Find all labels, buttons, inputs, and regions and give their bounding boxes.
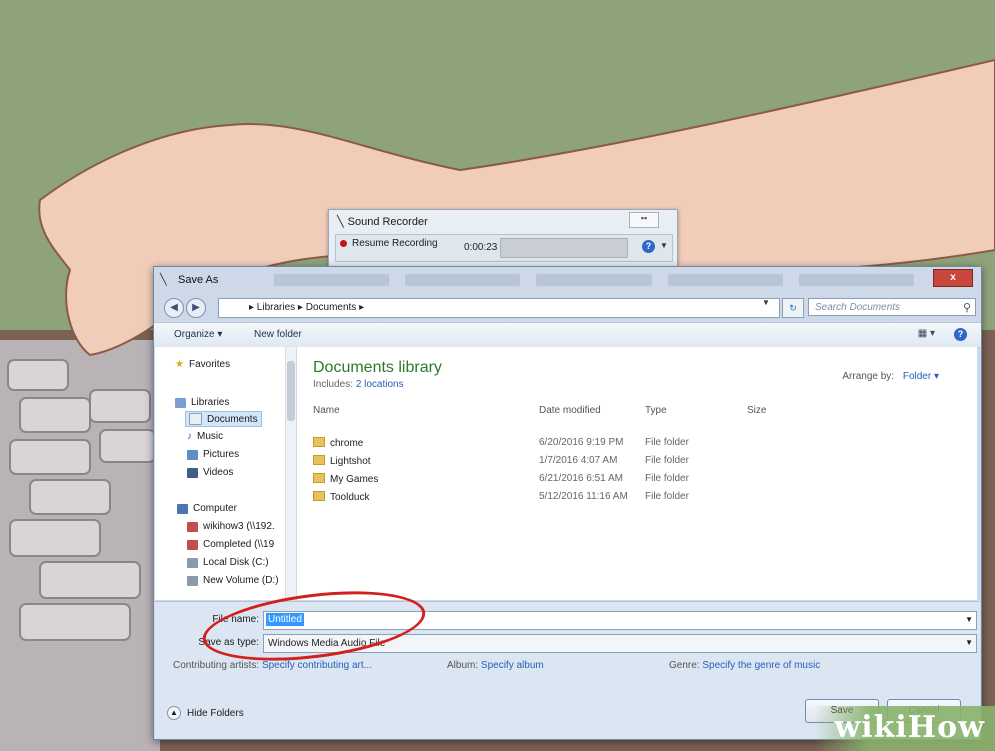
search-input[interactable]: Search Documents ⚲ bbox=[808, 298, 976, 316]
sidebar-item-local-disk[interactable]: Local Disk (C:) bbox=[187, 557, 269, 568]
sidebar-item-drive-wikihow3[interactable]: wikihow3 (\\192. bbox=[187, 521, 275, 532]
contributing-artists: Contributing artists: Specify contributi… bbox=[173, 660, 372, 671]
pictures-icon bbox=[187, 449, 198, 460]
forward-icon[interactable]: ▶ bbox=[186, 298, 206, 318]
folder-icon bbox=[313, 473, 325, 483]
file-row[interactable]: Lightshot 1/7/2016 4:07 AM File folder bbox=[313, 453, 953, 469]
recorder-title: ╲ Sound Recorder bbox=[337, 215, 428, 229]
music-icon: ♪ bbox=[187, 431, 192, 442]
scrollbar-thumb[interactable] bbox=[287, 361, 295, 421]
folder-icon bbox=[313, 455, 325, 465]
wikihow-watermark: wikiHow bbox=[814, 706, 995, 751]
search-icon: ⚲ bbox=[962, 302, 971, 314]
breadcrumb: ▸ Libraries ▸ Documents ▸ bbox=[249, 302, 365, 313]
chevron-down-icon[interactable]: ▼ bbox=[965, 615, 973, 624]
column-header-date[interactable]: Date modified bbox=[539, 405, 601, 416]
close-button[interactable]: x bbox=[933, 269, 973, 287]
dialog-title: Save As bbox=[178, 274, 219, 286]
navigation-pane: ★ Favorites Libraries Documents ♪ Music … bbox=[155, 347, 297, 600]
album: Album: Specify album bbox=[447, 660, 544, 671]
address-dropdown-icon[interactable]: ▼ bbox=[762, 298, 770, 307]
album-field[interactable]: Specify album bbox=[481, 660, 544, 671]
videos-icon bbox=[187, 467, 198, 478]
artists-field[interactable]: Specify contributing art... bbox=[262, 660, 372, 671]
file-list-pane: Documents library Includes: 2 locations … bbox=[297, 347, 977, 600]
column-header-name[interactable]: Name bbox=[313, 405, 340, 416]
arrange-by-dropdown[interactable]: Folder ▾ bbox=[903, 371, 939, 382]
chevron-up-icon: ▲ bbox=[167, 706, 181, 720]
network-drive-icon bbox=[187, 539, 198, 550]
address-bar[interactable]: ▸ Libraries ▸ Documents ▸ bbox=[218, 298, 780, 318]
file-row[interactable]: chrome 6/20/2016 9:19 PM File folder bbox=[313, 435, 953, 451]
file-row[interactable]: Toolduck 5/12/2016 11:16 AM File folder bbox=[313, 489, 953, 505]
sidebar-item-computer[interactable]: Computer bbox=[177, 503, 237, 514]
sidebar-scrollbar[interactable] bbox=[285, 347, 296, 600]
file-row[interactable]: My Games 6/21/2016 6:51 AM File folder bbox=[313, 471, 953, 487]
documents-icon bbox=[189, 413, 202, 425]
star-icon: ★ bbox=[175, 359, 184, 370]
folder-icon bbox=[313, 437, 325, 447]
hard-drive-icon bbox=[187, 557, 198, 568]
chevron-down-icon[interactable]: ▼ bbox=[660, 241, 668, 250]
hide-folders-button[interactable]: ▲ Hide Folders bbox=[167, 706, 244, 720]
locations-link[interactable]: 2 locations bbox=[356, 379, 404, 390]
back-icon[interactable]: ◀ bbox=[164, 298, 184, 318]
computer-icon bbox=[177, 503, 188, 514]
library-includes: Includes: 2 locations bbox=[313, 379, 404, 390]
hard-drive-icon bbox=[187, 575, 198, 586]
library-title: Documents library bbox=[313, 359, 442, 376]
sidebar-item-libraries[interactable]: Libraries bbox=[175, 397, 229, 408]
network-drive-icon bbox=[187, 521, 198, 532]
resume-recording-button[interactable]: Resume Recording bbox=[340, 238, 438, 249]
sidebar-item-pictures[interactable]: Pictures bbox=[187, 449, 239, 460]
organize-menu[interactable]: Organize ▾ bbox=[174, 329, 222, 340]
refresh-icon[interactable]: ↻ bbox=[782, 298, 804, 318]
sidebar-item-new-volume[interactable]: New Volume (D:) bbox=[187, 575, 279, 586]
new-folder-button[interactable]: New folder bbox=[254, 329, 302, 340]
sidebar-item-documents[interactable]: Documents bbox=[185, 411, 262, 427]
column-header-size[interactable]: Size bbox=[747, 405, 766, 416]
sidebar-item-drive-completed[interactable]: Completed (\\19 bbox=[187, 539, 274, 550]
microphone-icon: ╲ bbox=[337, 216, 344, 228]
level-meter bbox=[500, 238, 628, 258]
libraries-icon bbox=[175, 397, 186, 408]
column-header-type[interactable]: Type bbox=[645, 405, 667, 416]
genre-field[interactable]: Specify the genre of music bbox=[702, 660, 820, 671]
recorder-bar: Resume Recording 0:00:23 ? ▼ bbox=[335, 234, 673, 262]
folder-icon bbox=[313, 491, 325, 501]
chevron-down-icon[interactable]: ▼ bbox=[965, 638, 973, 647]
help-icon[interactable]: ? bbox=[642, 240, 655, 253]
navigation-bar: ◀ ▶ ▸ Libraries ▸ Documents ▸ ▼ ↻ Search… bbox=[160, 296, 976, 318]
help-icon[interactable]: ? bbox=[954, 328, 967, 341]
sidebar-item-favorites[interactable]: ★ Favorites bbox=[175, 359, 230, 370]
recorder-close-button[interactable]: ▪▪ bbox=[629, 212, 659, 228]
genre: Genre: Specify the genre of music bbox=[669, 660, 821, 671]
arrange-by: Arrange by: Folder ▾ bbox=[842, 371, 939, 382]
sidebar-item-videos[interactable]: Videos bbox=[187, 467, 233, 478]
record-icon bbox=[340, 240, 347, 247]
background-taskbar-blur bbox=[274, 274, 915, 288]
save-as-dialog: ╲ Save As x ◀ ▶ ▸ Libraries ▸ Documents … bbox=[153, 266, 982, 740]
sound-recorder-window: ╲ Sound Recorder ▪▪ Resume Recording 0:0… bbox=[328, 209, 678, 267]
recording-time: 0:00:23 bbox=[464, 242, 498, 253]
view-options-icon[interactable]: ▦ ▾ bbox=[918, 328, 935, 339]
toolbar: Organize ▾ New folder ▦ ▾ ? bbox=[154, 322, 981, 348]
microphone-icon: ╲ bbox=[160, 274, 167, 286]
sidebar-item-music[interactable]: ♪ Music bbox=[187, 431, 223, 442]
